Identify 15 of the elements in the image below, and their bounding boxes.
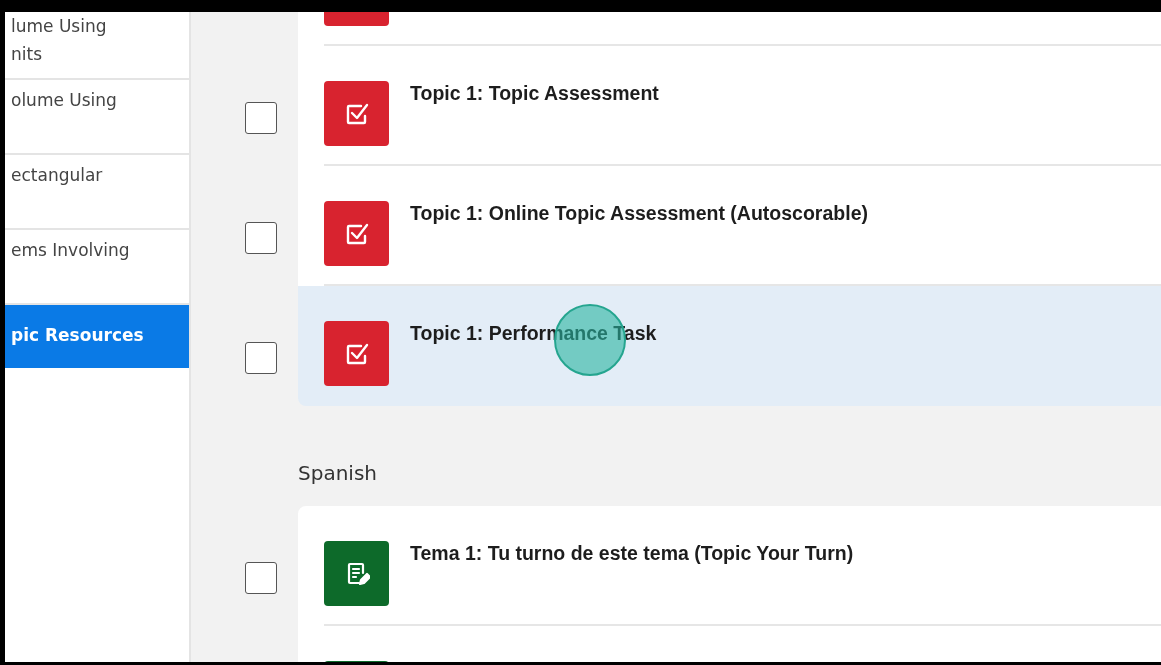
item-title[interactable]: Tema 1: Tu turno de este tema (Topic Your Turn) bbox=[410, 541, 854, 565]
list-row[interactable]: Tema 1: Tu turno de este tema (Topic Your Turn) bbox=[298, 506, 1161, 626]
sidebar-item[interactable]: ectangular bbox=[5, 155, 189, 230]
item-title[interactable]: Topic 1: Online Topic Assessment (Autoscorable) bbox=[410, 201, 868, 225]
item-title[interactable]: Topic 1: Topic Assessment bbox=[410, 81, 659, 105]
list-row[interactable]: Topic 1: Topic Assessment bbox=[298, 46, 1161, 166]
sidebar-item[interactable]: pic Resources bbox=[5, 305, 189, 368]
section-heading: Spanish bbox=[298, 460, 378, 486]
checkbox[interactable] bbox=[245, 562, 277, 594]
sidebar-item[interactable]: olume Using bbox=[5, 80, 189, 155]
checkbox[interactable] bbox=[245, 102, 277, 134]
sidebar-item[interactable]: lume Using nits bbox=[5, 12, 189, 80]
list-row[interactable]: Topic 1: Online Topic Assessment (Autoscorable) bbox=[298, 166, 1161, 286]
checkbox[interactable] bbox=[245, 342, 277, 374]
checkbox[interactable] bbox=[245, 222, 277, 254]
